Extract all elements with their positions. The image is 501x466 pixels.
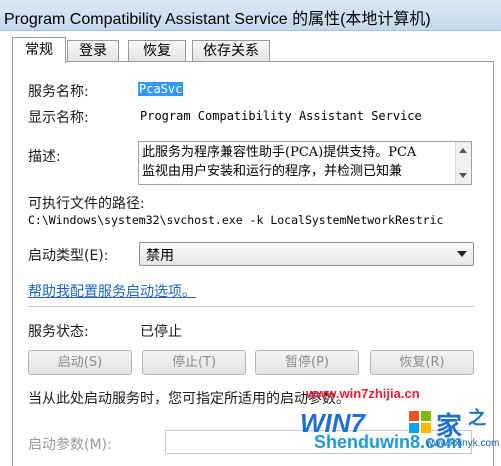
help-configure-link[interactable]: 帮助我配置服务启动选项。	[28, 281, 196, 301]
description-line: 监视由用户安装和运行的程序，并检测已知兼	[142, 164, 403, 179]
resume-button[interactable]: 恢复(R)	[370, 350, 474, 375]
tab-recovery[interactable]: 恢复	[128, 40, 186, 62]
tab-general[interactable]: 常规	[12, 37, 66, 63]
service-status-label: 服务状态:	[28, 324, 89, 340]
service-name-label: 服务名称:	[28, 84, 89, 100]
watermark-site: www.win7zhijia.cn	[306, 386, 420, 401]
watermark: www.win7zhijia.cn WIN7 家 之 Shenduwin8.co…	[300, 386, 500, 465]
description-line: 此服务为程序兼容性助手(PCA)提供支持。PCA	[142, 145, 417, 160]
tab-dependencies[interactable]: 依存关系	[192, 40, 270, 62]
scroll-up-icon[interactable]	[459, 148, 467, 153]
display-name-value[interactable]: Program Compatibility Assistant Service	[140, 109, 422, 123]
description-label: 描述:	[28, 149, 61, 165]
divider	[28, 306, 474, 308]
pause-button[interactable]: 暂停(P)	[255, 350, 359, 375]
scroll-down-icon[interactable]	[459, 173, 467, 178]
title-bar[interactable]: Program Compatibility Assistant Service …	[0, 0, 501, 31]
stop-button[interactable]: 停止(T)	[142, 350, 246, 375]
tab-logon[interactable]: 登录	[67, 40, 119, 62]
start-button[interactable]: 启动(S)	[28, 350, 132, 375]
watermark-logo-url: www.kxinyk.com	[426, 438, 500, 449]
service-name-value[interactable]: PcaSvc	[138, 82, 184, 96]
startup-type-value: 禁用	[146, 248, 174, 264]
chevron-down-icon	[457, 251, 467, 257]
startup-type-label: 启动类型(E):	[28, 248, 109, 264]
exe-path-value[interactable]: C:\Windows\system32\svchost.exe -k Local…	[28, 213, 443, 227]
description-textbox[interactable]: 此服务为程序兼容性助手(PCA)提供支持。PCA 监视由用户安装和运行的程序，并…	[138, 141, 472, 185]
watermark-logo-char2: 之	[468, 408, 486, 429]
startup-type-select[interactable]: 禁用	[139, 242, 474, 266]
service-status-value: 已停止	[140, 324, 182, 340]
window-title: Program Compatibility Assistant Service …	[4, 11, 431, 28]
description-scrollbar[interactable]	[455, 142, 471, 184]
exe-path-label: 可执行文件的路径:	[28, 196, 145, 212]
windows-flag-icon	[409, 411, 431, 433]
display-name-label: 显示名称:	[28, 110, 89, 126]
start-params-label: 启动参数(M):	[28, 437, 112, 453]
